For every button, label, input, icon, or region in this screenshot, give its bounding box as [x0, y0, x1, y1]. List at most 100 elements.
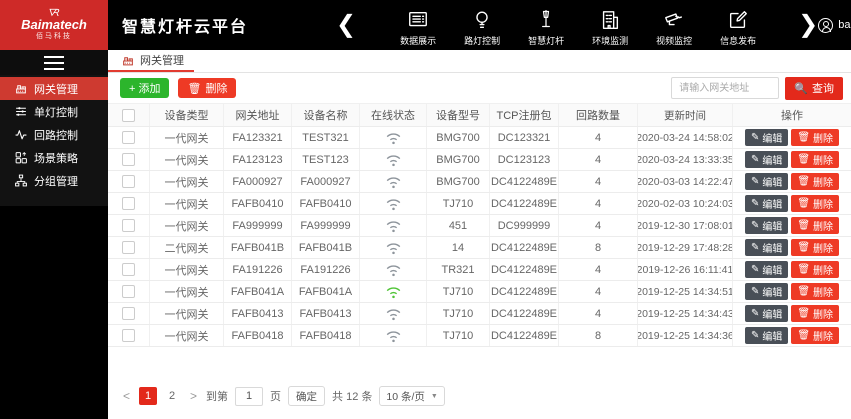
nav-item-street-light[interactable]: 路灯控制 — [450, 3, 514, 47]
cell-tcp-packet: DC123321 — [490, 127, 559, 148]
delete-button[interactable]: 🗑 删除 — [791, 151, 840, 168]
page-number-2[interactable]: 2 — [163, 387, 181, 405]
col-operations: 操作 — [781, 110, 803, 122]
goto-page-input[interactable] — [235, 386, 264, 406]
nav-item-lamp-pole[interactable]: 智慧灯杆 — [514, 3, 578, 47]
cell-device-name: FAFB041A — [292, 281, 360, 302]
cell-gateway-addr: FAFB0418 — [224, 325, 292, 346]
edit-button[interactable]: ✎ 编辑 — [744, 239, 789, 256]
cell-gateway-addr: FA123321 — [224, 127, 292, 148]
page-numbers: 12 — [139, 387, 181, 405]
add-button[interactable]: + 添加 — [120, 78, 170, 98]
delete-button[interactable]: 🗑 删除 — [791, 305, 840, 322]
nav-item-info-publish[interactable]: 信息发布 — [706, 3, 770, 47]
row-checkbox[interactable] — [122, 219, 135, 232]
edit-button[interactable]: ✎ 编辑 — [744, 261, 789, 278]
nav-item-environment[interactable]: 环境监测 — [578, 3, 642, 47]
cell-gateway-addr: FAFB0410 — [224, 193, 292, 214]
cell-tcp-packet: DC999999 — [490, 215, 559, 236]
collapse-menu-button[interactable] — [0, 50, 108, 75]
cell-device-name: TEST321 — [292, 127, 360, 148]
user-menu[interactable]: baimatech ▼ — [818, 17, 851, 33]
row-checkbox[interactable] — [122, 197, 135, 210]
table-row: 一代网关 FAFB0418 FAFB0418 TJ710 DC4122489E … — [108, 325, 851, 347]
gateway-address-search-input[interactable] — [671, 77, 780, 99]
delete-button[interactable]: 🗑 删除 — [791, 239, 840, 256]
prev-page-icon[interactable]: < — [121, 389, 132, 403]
pencil-icon: ✎ — [750, 154, 760, 165]
cell-device-name: FA000927 — [292, 171, 360, 192]
row-checkbox[interactable] — [122, 175, 135, 188]
sidebar-item-scene[interactable]: 场景策略 — [0, 146, 108, 169]
cell-device-model: TJ710 — [427, 193, 490, 214]
row-checkbox[interactable] — [122, 131, 135, 144]
nav-item-data-display[interactable]: 数据展示 — [386, 3, 450, 47]
col-tcp-packet: TCP注册包 — [490, 104, 559, 126]
row-checkbox[interactable] — [122, 263, 135, 276]
hamburger-icon — [44, 55, 64, 70]
gateway-table: 设备类型 网关地址 设备名称 在线状态 设备型号 TCP注册包 回路数量 更新时… — [108, 103, 851, 347]
tab-bar: 网关管理 — [108, 50, 851, 73]
row-checkbox[interactable] — [122, 285, 135, 298]
edit-button[interactable]: ✎ 编辑 — [744, 129, 789, 146]
delete-button[interactable]: 🗑 删除 — [791, 217, 840, 234]
brand-logo[interactable]: 🜆 Baimatech 佰马科技 — [0, 0, 108, 50]
user-name: baimatech — [838, 19, 851, 31]
batch-delete-button[interactable]: 🗑 删除 — [178, 78, 237, 98]
edit-button[interactable]: ✎ 编辑 — [744, 151, 789, 168]
sidebar-item-waveform[interactable]: 回路控制 — [0, 123, 108, 146]
pencil-icon: ✎ — [750, 198, 760, 209]
cell-gateway-addr: FAFB041A — [224, 281, 292, 302]
cell-device-type: 一代网关 — [150, 215, 224, 236]
sidebar-item-sliders[interactable]: 单灯控制 — [0, 100, 108, 123]
next-page-icon[interactable]: > — [188, 389, 199, 403]
row-checkbox[interactable] — [122, 307, 135, 320]
sidebar-item-group[interactable]: 分组管理 — [0, 169, 108, 192]
edit-button[interactable]: ✎ 编辑 — [744, 283, 789, 300]
edit-button[interactable]: ✎ 编辑 — [744, 195, 789, 212]
delete-button[interactable]: 🗑 删除 — [791, 195, 840, 212]
cell-update-time: 2019-12-26 16:11:41 — [638, 259, 733, 280]
row-checkbox[interactable] — [122, 153, 135, 166]
page-number-1[interactable]: 1 — [139, 387, 158, 405]
cell-tcp-packet: DC4122489E — [490, 237, 559, 258]
tab-gateway-management[interactable]: 网关管理 — [108, 50, 194, 72]
nav-label: 智慧灯杆 — [528, 36, 565, 46]
trash-icon: 🗑 — [797, 220, 811, 231]
edit-button[interactable]: ✎ 编辑 — [744, 217, 789, 234]
delete-button[interactable]: 🗑 删除 — [791, 173, 840, 190]
nav-item-video-camera[interactable]: 视频监控 — [642, 3, 706, 47]
nav-scroll-right-icon[interactable]: ❯ — [798, 0, 818, 50]
goto-confirm-button[interactable]: 确定 — [288, 386, 326, 406]
sidebar-item-gateway[interactable]: 网关管理 — [0, 77, 108, 100]
cell-device-type: 一代网关 — [150, 281, 224, 302]
cell-device-type: 一代网关 — [150, 325, 224, 346]
select-all-checkbox[interactable] — [122, 108, 135, 122]
delete-button[interactable]: 🗑 删除 — [791, 129, 840, 146]
tab-label: 网关管理 — [140, 55, 184, 67]
edit-button[interactable]: ✎ 编辑 — [744, 327, 789, 344]
nav-scroll-left-icon[interactable]: ❮ — [336, 0, 356, 50]
table-row: 一代网关 FA123321 TEST321 BMG700 DC123321 4 … — [108, 127, 851, 149]
sidebar-item-label: 回路控制 — [34, 129, 78, 142]
cell-device-model: 14 — [427, 237, 490, 258]
col-device-name: 设备名称 — [292, 104, 360, 126]
search-button[interactable]: 🔍 查询 — [785, 76, 843, 100]
delete-button[interactable]: 🗑 删除 — [791, 283, 840, 300]
brand-name-cn: 佰马科技 — [36, 33, 72, 40]
horse-logo-icon: 🜆 — [46, 8, 62, 19]
edit-button[interactable]: ✎ 编辑 — [744, 305, 789, 322]
nav-label: 路灯控制 — [464, 36, 501, 46]
row-checkbox[interactable] — [122, 241, 135, 254]
page-size-select[interactable]: 10 条/页 ▼ — [379, 386, 445, 406]
delete-button[interactable]: 🗑 删除 — [791, 327, 840, 344]
cell-device-model: TR321 — [427, 259, 490, 280]
user-avatar-icon — [818, 17, 834, 33]
cell-update-time: 2019-12-25 14:34:36 — [638, 325, 733, 346]
delete-button[interactable]: 🗑 删除 — [791, 261, 840, 278]
cell-device-name: FAFB0410 — [292, 193, 360, 214]
edit-button[interactable]: ✎ 编辑 — [744, 173, 789, 190]
row-checkbox[interactable] — [122, 329, 135, 342]
cell-circuit-count: 4 — [559, 171, 638, 192]
cell-tcp-packet: DC4122489E — [490, 171, 559, 192]
